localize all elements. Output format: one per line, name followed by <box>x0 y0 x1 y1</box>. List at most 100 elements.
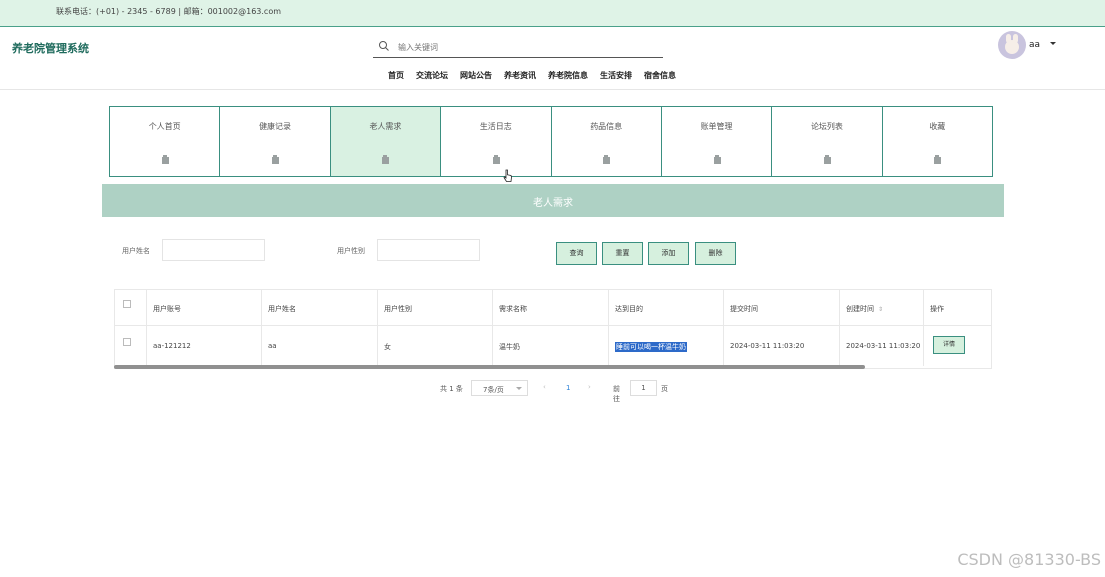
cell-text: 女 <box>384 343 391 351</box>
page-size-value: 7条/页 <box>483 386 504 394</box>
tab-elderly-needs[interactable]: 老人需求 <box>329 106 442 177</box>
tab-medicine-info[interactable]: 药品信息 <box>550 106 662 177</box>
header-label: 达到目的 <box>615 305 643 313</box>
goto-label: 前往 <box>613 385 620 403</box>
sort-icon[interactable]: ⇕ <box>878 306 883 313</box>
cell-text: aa <box>268 342 277 350</box>
table-cell: aa-121212 <box>147 326 262 366</box>
table-cell: 2024-03-11 11:03:20 <box>724 326 840 366</box>
header-label: 用户性别 <box>384 305 412 313</box>
header-cell: 用户性别 <box>378 290 493 325</box>
cell-text: aa-121212 <box>153 342 191 350</box>
nav-home[interactable]: 首页 <box>388 70 404 81</box>
tab-icon <box>603 155 611 164</box>
cell-text: 2024-03-11 11:03:20 <box>846 342 921 350</box>
mouse-pointer-icon <box>503 169 512 182</box>
contact-info: 联系电话：(+01) - 2345 - 6789 | 邮箱：001002@163… <box>56 7 282 16</box>
filter-gender-label: 用户性别 <box>337 247 365 255</box>
query-button[interactable]: 查询 <box>556 242 597 265</box>
row-checkbox-cell <box>115 326 147 366</box>
section-title: 老人需求 <box>533 198 573 209</box>
table-header-row: 用户账号 用户姓名 用户性别 需求名称 达到目的 提交时间 创建时间 ⇕ 操作 <box>115 290 991 326</box>
tab-label: 论坛列表 <box>810 122 843 131</box>
page-number[interactable]: 1 <box>566 384 570 392</box>
username[interactable]: aa <box>1029 40 1040 50</box>
delete-button[interactable]: 删除 <box>695 242 736 265</box>
tab-icon <box>382 155 390 164</box>
user-avatar[interactable] <box>998 31 1026 59</box>
chevron-down-icon[interactable] <box>1050 42 1056 45</box>
filter-name-label: 用户姓名 <box>122 247 150 255</box>
filter-name-input[interactable] <box>162 239 265 261</box>
search-box[interactable] <box>373 37 663 58</box>
nav-news[interactable]: 养老资讯 <box>504 70 536 81</box>
tab-label: 个人首页 <box>148 122 181 131</box>
horizontal-scrollbar[interactable] <box>114 365 865 369</box>
tab-icon <box>161 155 169 164</box>
search-icon[interactable] <box>378 40 390 52</box>
table-row: aa-121212 aa 女 温牛奶 睡前可以喝一杯温牛奶 2024-03-11… <box>115 326 991 366</box>
header-cell: 提交时间 <box>724 290 840 325</box>
page-suffix: 页 <box>661 385 668 393</box>
tab-icon <box>934 155 942 164</box>
main-nav: 首页 交流论坛 网站公告 养老资讯 养老院信息 生活安排 宿舍信息 <box>388 70 676 81</box>
header-label: 用户姓名 <box>268 305 296 313</box>
tab-icon <box>492 155 500 164</box>
row-checkbox[interactable] <box>123 338 131 346</box>
tab-label: 老人需求 <box>369 122 402 131</box>
tab-health-records[interactable]: 健康记录 <box>219 106 331 177</box>
header-cell: 操作 <box>924 290 991 325</box>
watermark: CSDN @81330-BS <box>957 550 1101 569</box>
action-cell: 详情 <box>924 326 991 366</box>
add-button[interactable]: 添加 <box>648 242 689 265</box>
top-contact-bar: 联系电话：(+01) - 2345 - 6789 | 邮箱：001002@163… <box>0 0 1105 27</box>
center-tabs: 个人首页 健康记录 老人需求 生活日志 药品信息 账单管理 论坛列表 收藏 <box>109 106 993 177</box>
header-label: 用户账号 <box>153 305 181 313</box>
table-cell: 女 <box>378 326 493 366</box>
tab-label: 生活日志 <box>479 122 512 131</box>
header-checkbox-cell <box>115 290 147 325</box>
header-cell: 用户姓名 <box>262 290 378 325</box>
chevron-down-icon <box>516 387 522 390</box>
chevron-left-icon[interactable]: ‹ <box>543 383 546 391</box>
goto-page-input[interactable]: 1 <box>630 380 657 396</box>
header: 养老院管理系统 首页 交流论坛 网站公告 养老资讯 养老院信息 生活安排 宿舍信… <box>0 28 1105 90</box>
tab-personal-home[interactable]: 个人首页 <box>109 106 221 177</box>
header-cell-sortable[interactable]: 创建时间 ⇕ <box>840 290 924 325</box>
cell-text: 温牛奶 <box>499 343 520 351</box>
nav-nursing-home-info[interactable]: 养老院信息 <box>548 70 588 81</box>
tab-bill-management[interactable]: 账单管理 <box>660 106 773 177</box>
cell-text-selected: 睡前可以喝一杯温牛奶 <box>615 342 687 352</box>
header-label: 需求名称 <box>499 305 527 313</box>
nav-forum[interactable]: 交流论坛 <box>416 70 448 81</box>
tab-favorites[interactable]: 收藏 <box>881 106 993 177</box>
tab-label: 账单管理 <box>700 122 733 131</box>
tab-forum-list[interactable]: 论坛列表 <box>771 106 883 177</box>
select-all-checkbox[interactable] <box>123 300 131 308</box>
chevron-right-icon[interactable]: › <box>588 383 591 391</box>
table-cell: 睡前可以喝一杯温牛奶 <box>609 326 724 366</box>
reset-button[interactable]: 重置 <box>602 242 643 265</box>
tab-life-log[interactable]: 生活日志 <box>440 106 552 177</box>
brand-title[interactable]: 养老院管理系统 <box>12 40 89 56</box>
tab-icon <box>272 155 280 164</box>
detail-button[interactable]: 详情 <box>933 336 965 354</box>
header-cell: 需求名称 <box>493 290 609 325</box>
nav-announcements[interactable]: 网站公告 <box>460 70 492 81</box>
data-table: 用户账号 用户姓名 用户性别 需求名称 达到目的 提交时间 创建时间 ⇕ 操作 a… <box>114 289 992 369</box>
tab-icon <box>823 155 831 164</box>
header-label: 创建时间 <box>846 305 874 313</box>
nav-life-schedule[interactable]: 生活安排 <box>600 70 632 81</box>
tab-label: 健康记录 <box>259 122 292 131</box>
section-banner: 老人需求 <box>102 184 1004 217</box>
filter-gender-input[interactable] <box>377 239 480 261</box>
nav-dormitory-info[interactable]: 宿舍信息 <box>644 70 676 81</box>
table-cell: aa <box>262 326 378 366</box>
tab-icon <box>713 155 721 164</box>
search-input[interactable] <box>398 39 648 55</box>
cell-text: 2024-03-11 11:03:20 <box>730 342 805 350</box>
header-label: 提交时间 <box>730 305 758 313</box>
page-size-select[interactable]: 7条/页 <box>471 380 528 396</box>
total-count: 共 1 条 <box>440 385 463 393</box>
table-cell: 温牛奶 <box>493 326 609 366</box>
